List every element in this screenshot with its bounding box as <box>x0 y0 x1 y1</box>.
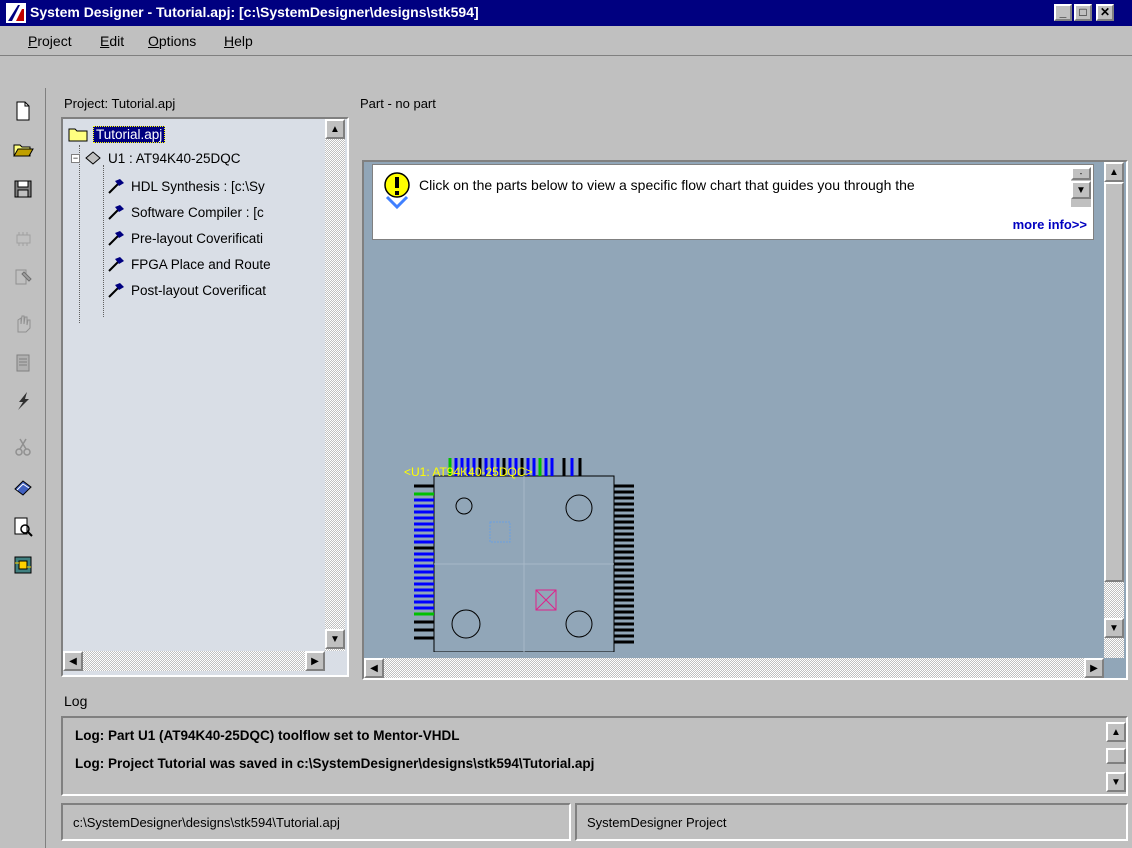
print-preview-icon[interactable] <box>10 514 36 540</box>
tree-vertical-scrollbar[interactable]: ▲ ▼ <box>325 119 345 651</box>
status-path-text: c:\SystemDesigner\designs\stk594\Tutoria… <box>73 815 340 830</box>
folder-icon <box>67 125 89 143</box>
menu-project[interactable]: Project <box>28 33 72 49</box>
open-folder-icon[interactable] <box>10 136 36 162</box>
log-line: Log: Project Tutorial was saved in c:\Sy… <box>75 756 595 771</box>
status-type: SystemDesigner Project <box>575 803 1128 841</box>
status-path: c:\SystemDesigner\designs\stk594\Tutoria… <box>61 803 571 841</box>
scroll-left-button[interactable]: ◀ <box>63 651 83 671</box>
info-scrollbar[interactable]: - ▼ <box>1071 167 1091 207</box>
flow-label: Pre-layout Coverificati <box>131 230 264 246</box>
menu-options[interactable]: Options <box>148 33 196 49</box>
scissors-icon[interactable] <box>10 434 36 460</box>
part-scroll-right-button[interactable]: ▶ <box>1084 658 1104 678</box>
chip-diagram[interactable]: <U1: AT94K40-25DQC> <box>394 442 644 652</box>
new-file-icon[interactable] <box>10 98 36 124</box>
hammer-icon <box>105 203 127 221</box>
scroll-right-button[interactable]: ▶ <box>305 651 325 671</box>
hammer-icon <box>105 177 127 195</box>
log-scrollbar[interactable]: ▲ ▼ <box>1106 718 1126 794</box>
tree-part-label: U1 : AT94K40-25DQC <box>108 150 241 166</box>
tools-icon[interactable] <box>10 264 36 290</box>
flow-label: Software Compiler : [c <box>131 204 264 220</box>
log-scroll-up-button[interactable]: ▲ <box>1106 722 1126 742</box>
tree-flow-item[interactable]: Post-layout Coverificat <box>105 279 266 301</box>
menu-bar: Project Edit Options Help <box>0 26 1132 56</box>
tree-flow-item[interactable]: FPGA Place and Route <box>105 253 271 275</box>
log-scroll-thumb[interactable] <box>1106 748 1126 764</box>
log-scroll-down-button[interactable]: ▼ <box>1106 772 1126 792</box>
tree-flow-item[interactable]: Pre-layout Coverificati <box>105 227 263 249</box>
part-horizontal-scrollbar[interactable]: ◀ ▶ <box>364 658 1104 678</box>
book-icon[interactable] <box>10 474 36 500</box>
board-icon[interactable] <box>10 552 36 578</box>
log-line: Log: Part U1 (AT94K40-25DQC) toolflow se… <box>75 728 460 743</box>
menu-edit[interactable]: Edit <box>100 33 124 49</box>
info-scroll-up-button[interactable]: - <box>1071 167 1091 180</box>
scroll-up-button[interactable]: ▲ <box>325 119 345 139</box>
part-vertical-scrollbar[interactable]: ▲ ▼ <box>1104 162 1124 658</box>
more-info-link[interactable]: more info>> <box>1013 217 1087 232</box>
menu-help[interactable]: Help <box>224 33 253 49</box>
lightning-icon[interactable] <box>10 388 36 414</box>
save-icon[interactable] <box>10 176 36 202</box>
tree-root[interactable]: Tutorial.apj <box>67 123 166 145</box>
minimize-button[interactable]: _ <box>1054 4 1072 21</box>
flow-label: HDL Synthesis : [c:\Sy <box>131 178 265 194</box>
info-scroll-down-button[interactable]: ▼ <box>1071 181 1091 199</box>
tree-flow-item[interactable]: HDL Synthesis : [c:\Sy <box>105 175 265 197</box>
log-panel: Log: Part U1 (AT94K40-25DQC) toolflow se… <box>61 716 1128 796</box>
hammer-icon <box>105 281 127 299</box>
info-text: Click on the parts below to view a speci… <box>419 177 915 193</box>
close-button[interactable]: ✕ <box>1096 4 1114 21</box>
document-icon[interactable] <box>10 350 36 376</box>
tree-horizontal-scrollbar[interactable]: ◀ ▶ <box>63 651 325 671</box>
tree-part-node[interactable]: − U1 : AT94K40-25DQC <box>71 147 241 169</box>
part-scroll-left-button[interactable]: ◀ <box>364 658 384 678</box>
hand-icon[interactable] <box>10 310 36 336</box>
part-scroll-up-button[interactable]: ▲ <box>1104 162 1124 182</box>
flow-label: FPGA Place and Route <box>131 256 271 272</box>
maximize-button[interactable]: □ <box>1074 4 1092 21</box>
chip-icon[interactable] <box>10 226 36 252</box>
hammer-icon <box>105 229 127 247</box>
collapse-icon[interactable]: − <box>71 153 80 163</box>
info-box: Click on the parts below to view a speci… <box>372 164 1094 240</box>
tip-icon <box>384 172 410 210</box>
title-bar: System Designer - Tutorial.apj: [c:\Syst… <box>0 0 1132 26</box>
hammer-icon <box>105 255 127 273</box>
flow-label: Post-layout Coverificat <box>131 282 267 298</box>
tree-flow-item[interactable]: Software Compiler : [c <box>105 201 264 223</box>
scroll-down-button[interactable]: ▼ <box>325 629 345 649</box>
log-label: Log <box>64 693 88 709</box>
part-scroll-thumb[interactable] <box>1104 182 1124 582</box>
status-type-text: SystemDesigner Project <box>587 815 727 830</box>
part-label: Part - no part <box>360 96 436 111</box>
app-icon <box>6 3 26 23</box>
part-scroll-down-button[interactable]: ▼ <box>1104 618 1124 638</box>
project-tree: Tutorial.apj − U1 : AT94K40-25DQC HDL Sy… <box>61 117 349 677</box>
window-title: System Designer - Tutorial.apj: [c:\Syst… <box>30 4 479 20</box>
tree-root-label: Tutorial.apj <box>93 125 166 143</box>
project-label: Project: Tutorial.apj <box>64 96 176 111</box>
chip-node-icon <box>82 149 104 167</box>
vertical-toolbar <box>2 88 46 848</box>
chip-label: <U1: AT94K40-25DQC> <box>404 465 533 479</box>
